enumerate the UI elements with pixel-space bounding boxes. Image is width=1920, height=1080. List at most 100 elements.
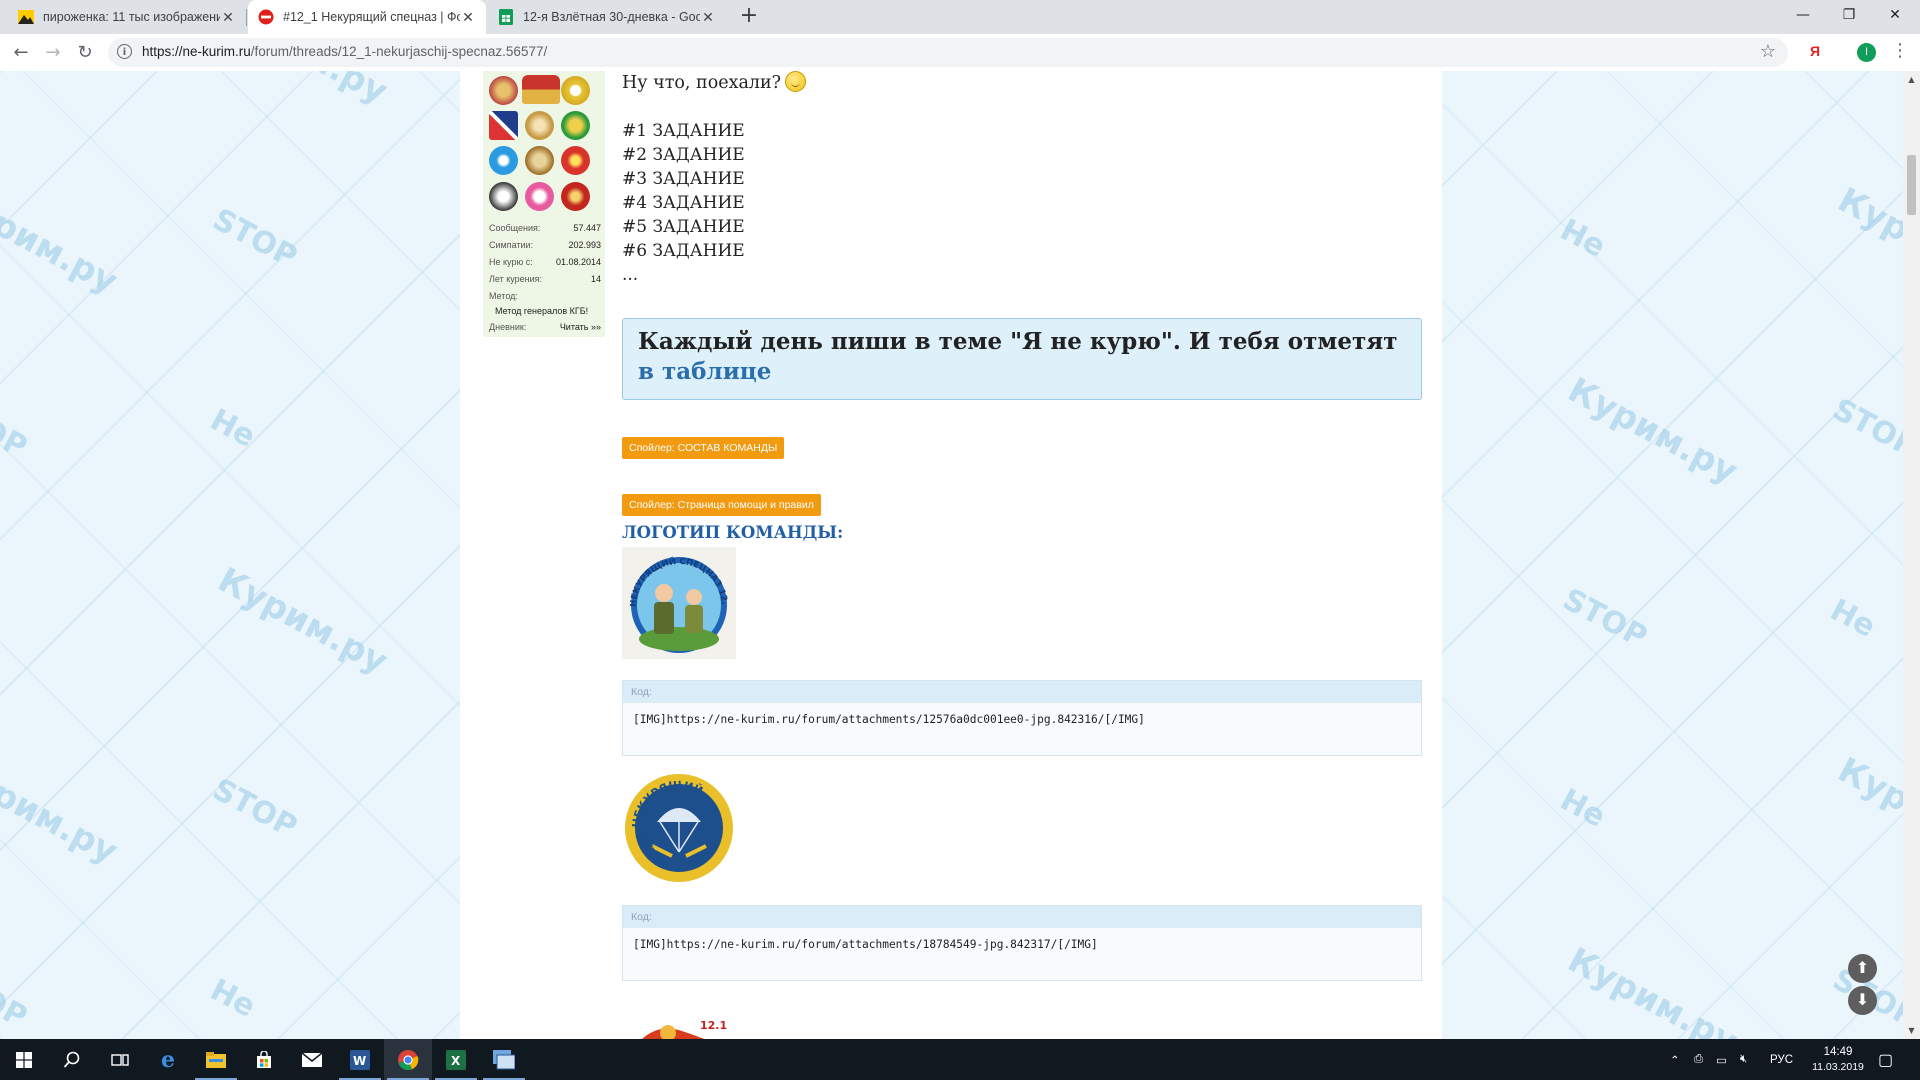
profile-avatar[interactable]: I xyxy=(1857,43,1876,62)
table-link[interactable]: в таблице xyxy=(638,358,771,385)
language-indicator[interactable]: РУС xyxy=(1770,1039,1793,1080)
money-medal-icon xyxy=(561,111,590,140)
clock-date: 11.03.2019 xyxy=(1812,1060,1864,1073)
watermark-text: Не xyxy=(1554,212,1612,265)
svg-text:W: W xyxy=(353,1054,366,1068)
store-icon[interactable] xyxy=(240,1039,288,1080)
trophy-medal-icon xyxy=(525,146,554,175)
yandex-extension-button[interactable]: Я xyxy=(1810,43,1820,59)
watermark-text: Курим.ру xyxy=(1561,939,1744,1039)
task-ellipsis: ... xyxy=(622,265,639,285)
task-item: #1 ЗАДАНИЕ xyxy=(622,121,745,141)
greeting-text: Ну что, поехали? xyxy=(622,73,782,93)
diary-link[interactable]: Читать »» xyxy=(560,319,601,336)
notifications-icon[interactable]: ▢ xyxy=(1878,1039,1893,1080)
watermark-text: STOP xyxy=(207,772,303,845)
tab-yandex-images[interactable]: пироженка: 11 тыс изображени ✕ xyxy=(8,0,246,34)
restore-icon[interactable]: ❐ xyxy=(1826,0,1872,30)
network-icon[interactable]: ▭ xyxy=(1716,1039,1727,1080)
stat-row: Дневник: Читать »» xyxy=(489,319,601,336)
soccer-medal-icon xyxy=(561,76,590,105)
clock-time: 14:49 xyxy=(1823,1045,1853,1058)
watermark-text: Не xyxy=(1824,592,1882,645)
address-bar[interactable]: i https://ne-kurim.ru/forum/threads/12_1… xyxy=(108,38,1788,67)
forward-icon[interactable]: → xyxy=(39,39,67,67)
code-text[interactable]: [IMG]https://ne-kurim.ru/forum/attachmen… xyxy=(623,928,1421,951)
tab-title: пироженка: 11 тыс изображени xyxy=(43,10,220,24)
url-text[interactable]: https://ne-kurim.ru/forum/threads/12_1-n… xyxy=(142,44,547,59)
content-column xyxy=(460,71,1442,1039)
app-window-icon[interactable] xyxy=(480,1039,528,1080)
spoiler-team-button[interactable]: Спойлер: СОСТАВ КОМАНДЫ xyxy=(622,437,785,459)
info-icon[interactable]: i xyxy=(117,44,132,59)
watermark-text: Курим.ру xyxy=(1831,749,1903,873)
chrome-icon[interactable] xyxy=(384,1039,432,1080)
code-text[interactable]: [IMG]https://ne-kurim.ru/forum/attachmen… xyxy=(623,703,1421,726)
team-logo-image-1[interactable]: НЕКУРЯЩИЙ СПЕЦНАЗ 12.1 xyxy=(619,540,736,659)
printer-icon[interactable]: ⎙ xyxy=(1694,1039,1703,1080)
user-stats: Сообщения: 57.447 Симпатии: 202.993 Не кур… xyxy=(489,220,601,336)
tab-forum-thread[interactable]: #12_1 Некурящий спецназ | Фор ✕ xyxy=(248,0,486,34)
edge-browser-icon[interactable]: e xyxy=(144,1039,192,1080)
stat-row: Не курю с: 01.08.2014 xyxy=(489,254,601,271)
stat-label: Симпатии: xyxy=(489,240,534,250)
scroll-arrow-up-icon[interactable]: ▲ xyxy=(1903,71,1920,88)
search-icon[interactable] xyxy=(48,1039,96,1080)
spoiler-help-button[interactable]: Спойлер: Страница помощи и правил xyxy=(622,494,821,516)
watermark-text: Не xyxy=(204,402,262,455)
stat-label: Сообщения: xyxy=(489,223,541,233)
team-logo-image-2[interactable]: НЕКУРЯЩИЙ СПЕЦНАЗ 12.1 xyxy=(622,772,736,884)
scroll-up-button[interactable]: ⬆ xyxy=(1848,954,1877,983)
svg-text:X: X xyxy=(451,1054,461,1068)
close-window-icon[interactable]: ✕ xyxy=(1872,0,1918,30)
tray-up-arrow-icon[interactable]: ⌃ xyxy=(1670,1039,1680,1080)
stat-label: Не курю с: xyxy=(489,257,533,267)
close-tab-icon[interactable]: ✕ xyxy=(700,9,716,26)
task-view-icon[interactable] xyxy=(96,1039,144,1080)
windows-taskbar: e W X ⌃ ⎙ ▭ 🔇︎ РУС 14:49 11.03.2019 ▢ xyxy=(0,1039,1920,1080)
word-icon[interactable]: W xyxy=(336,1039,384,1080)
watermark-text: Курим.ру xyxy=(1831,179,1903,303)
new-tab-button[interactable]: + xyxy=(736,4,762,30)
task-list: #1 ЗАДАНИЕ #2 ЗАДАНИЕ #3 ЗАДАНИЕ #4 ЗАДА… xyxy=(622,119,745,287)
code-block-2: Код: [IMG]https://ne-kurim.ru/forum/atta… xyxy=(622,905,1422,981)
tab-google-sheets[interactable]: 12-я Взлётная 30-дневка - Goog ✕ xyxy=(488,0,726,34)
close-tab-icon[interactable]: ✕ xyxy=(220,9,236,26)
task-item: #2 ЗАДАНИЕ xyxy=(622,145,745,165)
callout-text: Каждый день пиши в теме "Я не курю". И т… xyxy=(638,328,1398,355)
volume-muted-icon[interactable]: 🔇︎ xyxy=(1740,1039,1747,1080)
menu-dots-icon[interactable]: ⋮ xyxy=(1891,40,1909,61)
reload-icon[interactable]: ↻ xyxy=(71,39,99,67)
page-scrollbar[interactable]: ▲ ▼ xyxy=(1903,71,1920,1039)
tab-strip: пироженка: 11 тыс изображени ✕ #12_1 Нек… xyxy=(0,0,1920,34)
code-label: Код: xyxy=(623,681,1421,703)
close-tab-icon[interactable]: ✕ xyxy=(460,9,476,26)
flag-medal-icon xyxy=(489,111,518,140)
scroll-down-button[interactable]: ⬇ xyxy=(1848,986,1877,1015)
smile-emoji-icon xyxy=(785,71,807,92)
windows-start-icon[interactable] xyxy=(0,1039,48,1080)
watermark-text: Не xyxy=(1554,782,1612,835)
minimize-icon[interactable]: — xyxy=(1780,0,1826,30)
mail-icon[interactable] xyxy=(288,1039,336,1080)
watermark-text: STOP xyxy=(1557,582,1653,655)
watermark-text: Не xyxy=(204,972,262,1025)
clock[interactable]: 14:49 11.03.2019 xyxy=(1808,1039,1868,1080)
diary-label: Дневник: xyxy=(489,322,527,332)
stat-row: Метод: xyxy=(489,288,601,303)
back-icon[interactable]: ← xyxy=(7,39,35,67)
stat-row: Лет курения: 14 xyxy=(489,271,601,288)
tab-divider xyxy=(246,9,247,26)
watermark-text: Курим.ру xyxy=(0,749,124,873)
watermark-text: STOP xyxy=(207,202,303,275)
file-explorer-icon[interactable] xyxy=(192,1039,240,1080)
bookmark-star-icon[interactable]: ☆ xyxy=(1760,41,1776,62)
team-logo-image-3[interactable]: 12.1 xyxy=(622,1011,736,1039)
watermark-text: STOP xyxy=(1557,71,1653,85)
excel-icon[interactable]: X xyxy=(432,1039,480,1080)
scroll-arrow-down-icon[interactable]: ▼ xyxy=(1903,1022,1920,1039)
watermark-text: Курим.ру xyxy=(211,559,394,683)
stat-value: 57.447 xyxy=(573,223,601,233)
scrollbar-thumb[interactable] xyxy=(1907,155,1916,215)
stat-label: Лет курения: xyxy=(489,274,543,284)
